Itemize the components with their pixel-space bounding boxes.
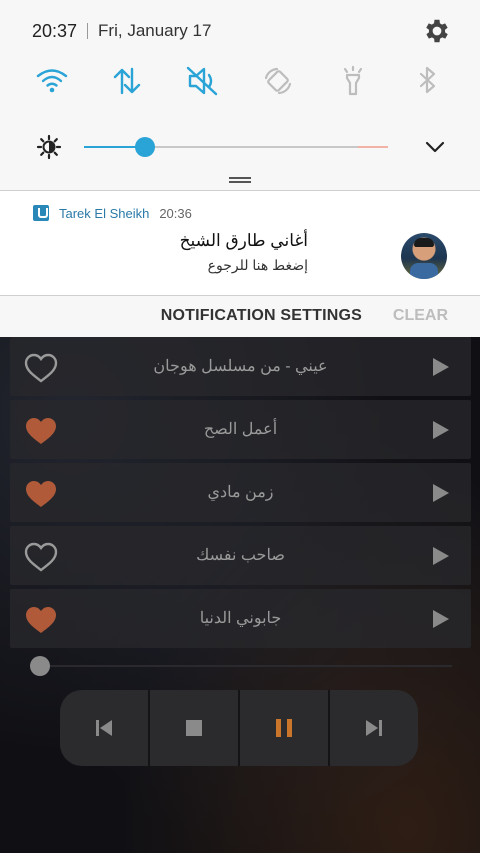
shade-actions: NOTIFICATION SETTINGS CLEAR [0,296,480,337]
brightness-thumb[interactable] [134,137,155,157]
play-icon[interactable] [433,547,449,565]
song-title: عيني - من مسلسل هوجان [153,358,328,375]
avatar [401,233,447,279]
music-player-app: عيني - من مسلسل هوجان أعمل الصح زمن مادي صا… [0,337,480,853]
settings-gear-icon[interactable] [422,16,452,46]
notification-shade: 20:37 Fri, January 17 Tarek El Sheikh 20… [0,0,480,337]
play-icon[interactable] [433,484,449,502]
next-button[interactable] [330,690,418,766]
brightness-track-end [358,146,388,148]
auto-rotate-icon [264,67,291,95]
stop-icon [186,720,202,736]
bluetooth-toggle[interactable] [404,62,452,100]
notification-text: إضغط هنا للرجوع [207,257,308,273]
play-icon[interactable] [433,421,449,439]
song-row[interactable]: عيني - من مسلسل هوجان [10,337,471,396]
stop-button[interactable] [150,690,240,766]
auto-rotate-toggle[interactable] [254,62,302,100]
status-time: 20:37 [32,20,78,41]
pause-icon [276,719,292,737]
player-controls [60,690,418,766]
wifi-toggle[interactable] [28,62,76,100]
play-icon[interactable] [433,358,449,376]
flashlight-toggle[interactable] [329,62,377,100]
song-row[interactable]: صاحب نفسك [10,526,471,585]
heart-filled-icon[interactable] [24,479,58,509]
quick-settings-row [28,62,452,100]
sound-toggle[interactable] [178,62,226,100]
notification-time: 20:36 [159,205,192,221]
play-icon[interactable] [433,610,449,628]
notification-settings-button[interactable]: NOTIFICATION SETTINGS [161,307,362,325]
status-date: Fri, January 17 [98,21,212,40]
song-title: جابوني الدنيا [199,610,282,627]
heart-outline-icon[interactable] [24,353,58,383]
skip-previous-icon [96,720,112,736]
song-list: عيني - من مسلسل هوجان أعمل الصح زمن مادي صا… [10,337,471,652]
heart-filled-icon[interactable] [24,605,58,635]
notification-title: أغاني طارق الشيخ [179,231,308,250]
brightness-control [36,130,445,164]
notification-app-name: Tarek El Sheikh [59,205,150,221]
previous-button[interactable] [60,690,150,766]
skip-next-icon [366,720,382,736]
wifi-icon [36,69,68,93]
song-title: صاحب نفسك [196,547,285,564]
clear-button[interactable]: CLEAR [393,307,448,325]
pause-button[interactable] [240,690,330,766]
brightness-icon [36,134,62,160]
bluetooth-icon [419,66,436,94]
heart-filled-icon[interactable] [24,416,58,446]
song-title: زمن مادي [207,484,274,501]
heart-outline-icon[interactable] [24,542,58,572]
seek-thumb[interactable] [30,656,50,676]
notification-header: Tarek El Sheikh 20:36 [33,205,192,221]
flashlight-icon [343,65,362,96]
shade-drag-handle[interactable] [229,177,251,183]
mobile-data-toggle[interactable] [103,62,151,100]
mute-icon [187,66,218,96]
status-separator [87,23,89,39]
song-row[interactable]: أعمل الصح [10,400,471,459]
mobile-data-icon [113,67,141,95]
expand-chevron-down-icon[interactable] [422,136,448,158]
seek-bar[interactable] [30,656,452,676]
music-app-icon [33,205,49,221]
brightness-slider[interactable] [84,137,388,157]
song-title: أعمل الصح [203,421,278,438]
song-row[interactable]: زمن مادي [10,463,471,522]
status-row: 20:37 Fri, January 17 [32,16,448,46]
notification-card[interactable]: Tarek El Sheikh 20:36 أغاني طارق الشيخ إ… [0,191,480,295]
song-row[interactable]: جابوني الدنيا [10,589,471,648]
